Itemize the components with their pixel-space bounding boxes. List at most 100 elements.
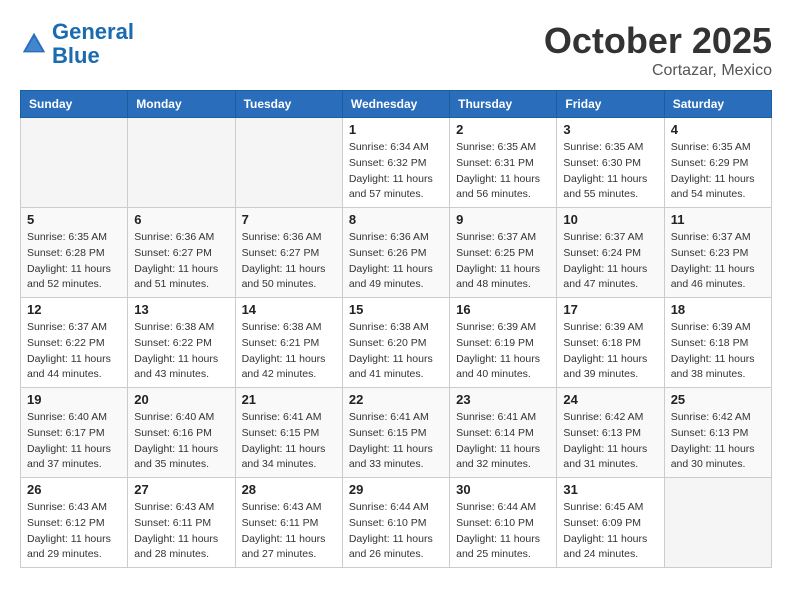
day-number: 13 bbox=[134, 302, 228, 317]
calendar-cell: 15 Sunrise: 6:38 AM Sunset: 6:20 PM Dayli… bbox=[342, 298, 449, 388]
day-info: Sunrise: 6:38 AM Sunset: 6:20 PM Dayligh… bbox=[349, 320, 443, 383]
day-number: 18 bbox=[671, 302, 765, 317]
day-info: Sunrise: 6:35 AM Sunset: 6:30 PM Dayligh… bbox=[563, 140, 657, 203]
calendar-cell: 27 Sunrise: 6:43 AM Sunset: 6:11 PM Dayli… bbox=[128, 478, 235, 568]
day-info: Sunrise: 6:35 AM Sunset: 6:29 PM Dayligh… bbox=[671, 140, 765, 203]
calendar-cell: 24 Sunrise: 6:42 AM Sunset: 6:13 PM Dayli… bbox=[557, 388, 664, 478]
day-info: Sunrise: 6:42 AM Sunset: 6:13 PM Dayligh… bbox=[671, 410, 765, 473]
day-number: 29 bbox=[349, 482, 443, 497]
calendar-cell: 1 Sunrise: 6:34 AM Sunset: 6:32 PM Daylig… bbox=[342, 118, 449, 208]
location: Cortazar, Mexico bbox=[544, 62, 772, 80]
day-info: Sunrise: 6:45 AM Sunset: 6:09 PM Dayligh… bbox=[563, 500, 657, 563]
calendar-cell: 25 Sunrise: 6:42 AM Sunset: 6:13 PM Dayli… bbox=[664, 388, 771, 478]
day-number: 11 bbox=[671, 212, 765, 227]
calendar-cell: 26 Sunrise: 6:43 AM Sunset: 6:12 PM Dayli… bbox=[21, 478, 128, 568]
calendar-cell: 20Sunrise: 6:40 AM Sunset: 6:16 PM Dayli… bbox=[128, 388, 235, 478]
day-info: Sunrise: 6:41 AM Sunset: 6:15 PM Dayligh… bbox=[349, 410, 443, 473]
day-info: Sunrise: 6:42 AM Sunset: 6:13 PM Dayligh… bbox=[563, 410, 657, 473]
calendar-cell bbox=[128, 118, 235, 208]
weekday-header: Wednesday bbox=[342, 91, 449, 118]
day-number: 30 bbox=[456, 482, 550, 497]
day-number: 14 bbox=[242, 302, 336, 317]
day-number: 1 bbox=[349, 122, 443, 137]
day-info: Sunrise: 6:39 AM Sunset: 6:18 PM Dayligh… bbox=[671, 320, 765, 383]
day-number: 26 bbox=[27, 482, 121, 497]
calendar-cell: 29 Sunrise: 6:44 AM Sunset: 6:10 PM Dayli… bbox=[342, 478, 449, 568]
day-info: Sunrise: 6:37 AM Sunset: 6:25 PM Dayligh… bbox=[456, 230, 550, 293]
day-info: Sunrise: 6:37 AM Sunset: 6:23 PM Dayligh… bbox=[671, 230, 765, 293]
day-number: 9 bbox=[456, 212, 550, 227]
calendar-cell: 11 Sunrise: 6:37 AM Sunset: 6:23 PM Dayli… bbox=[664, 208, 771, 298]
day-number: 19 bbox=[27, 392, 121, 407]
day-number: 12 bbox=[27, 302, 121, 317]
day-number: 22 bbox=[349, 392, 443, 407]
day-number: 31 bbox=[563, 482, 657, 497]
day-info: Sunrise: 6:43 AM Sunset: 6:11 PM Dayligh… bbox=[134, 500, 228, 563]
calendar-cell: 18 Sunrise: 6:39 AM Sunset: 6:18 PM Dayli… bbox=[664, 298, 771, 388]
day-info: Sunrise: 6:40 AM Sunset: 6:17 PM Dayligh… bbox=[27, 410, 121, 473]
day-info: Sunrise: 6:43 AM Sunset: 6:12 PM Dayligh… bbox=[27, 500, 121, 563]
day-number: 7 bbox=[242, 212, 336, 227]
weekday-header: Saturday bbox=[664, 91, 771, 118]
calendar-cell: 23Sunrise: 6:41 AM Sunset: 6:14 PM Dayli… bbox=[450, 388, 557, 478]
calendar-cell: 14Sunrise: 6:38 AM Sunset: 6:21 PM Dayli… bbox=[235, 298, 342, 388]
calendar-cell: 8Sunrise: 6:36 AM Sunset: 6:26 PM Daylig… bbox=[342, 208, 449, 298]
day-info: Sunrise: 6:44 AM Sunset: 6:10 PM Dayligh… bbox=[456, 500, 550, 563]
day-number: 25 bbox=[671, 392, 765, 407]
day-number: 24 bbox=[563, 392, 657, 407]
logo-line2: Blue bbox=[52, 43, 100, 68]
day-info: Sunrise: 6:39 AM Sunset: 6:19 PM Dayligh… bbox=[456, 320, 550, 383]
day-number: 4 bbox=[671, 122, 765, 137]
weekday-header: Monday bbox=[128, 91, 235, 118]
calendar-cell: 22 Sunrise: 6:41 AM Sunset: 6:15 PM Dayli… bbox=[342, 388, 449, 478]
calendar-cell bbox=[21, 118, 128, 208]
day-info: Sunrise: 6:41 AM Sunset: 6:15 PM Dayligh… bbox=[242, 410, 336, 473]
logo-line1: General bbox=[52, 19, 134, 44]
weekday-header: Tuesday bbox=[235, 91, 342, 118]
calendar-cell: 31 Sunrise: 6:45 AM Sunset: 6:09 PM Dayli… bbox=[557, 478, 664, 568]
calendar-cell: 30 Sunrise: 6:44 AM Sunset: 6:10 PM Dayli… bbox=[450, 478, 557, 568]
day-number: 5 bbox=[27, 212, 121, 227]
calendar-cell bbox=[235, 118, 342, 208]
calendar-cell bbox=[664, 478, 771, 568]
calendar-cell: 17Sunrise: 6:39 AM Sunset: 6:18 PM Dayli… bbox=[557, 298, 664, 388]
day-info: Sunrise: 6:36 AM Sunset: 6:27 PM Dayligh… bbox=[134, 230, 228, 293]
day-info: Sunrise: 6:44 AM Sunset: 6:10 PM Dayligh… bbox=[349, 500, 443, 563]
calendar-cell: 19 Sunrise: 6:40 AM Sunset: 6:17 PM Dayli… bbox=[21, 388, 128, 478]
calendar-cell: 5 Sunrise: 6:35 AM Sunset: 6:28 PM Daylig… bbox=[21, 208, 128, 298]
calendar-cell: 4 Sunrise: 6:35 AM Sunset: 6:29 PM Daylig… bbox=[664, 118, 771, 208]
calendar-cell: 13 Sunrise: 6:38 AM Sunset: 6:22 PM Dayli… bbox=[128, 298, 235, 388]
calendar-cell: 12 Sunrise: 6:37 AM Sunset: 6:22 PM Dayli… bbox=[21, 298, 128, 388]
day-info: Sunrise: 6:37 AM Sunset: 6:24 PM Dayligh… bbox=[563, 230, 657, 293]
calendar-week-row: 19 Sunrise: 6:40 AM Sunset: 6:17 PM Dayli… bbox=[21, 388, 772, 478]
day-number: 21 bbox=[242, 392, 336, 407]
month-title: October 2025 bbox=[544, 20, 772, 62]
calendar-week-row: 12 Sunrise: 6:37 AM Sunset: 6:22 PM Dayli… bbox=[21, 298, 772, 388]
day-info: Sunrise: 6:35 AM Sunset: 6:31 PM Dayligh… bbox=[456, 140, 550, 203]
day-info: Sunrise: 6:36 AM Sunset: 6:26 PM Dayligh… bbox=[349, 230, 443, 293]
calendar-cell: 2 Sunrise: 6:35 AM Sunset: 6:31 PM Daylig… bbox=[450, 118, 557, 208]
calendar-cell: 7Sunrise: 6:36 AM Sunset: 6:27 PM Daylig… bbox=[235, 208, 342, 298]
day-number: 6 bbox=[134, 212, 228, 227]
day-number: 2 bbox=[456, 122, 550, 137]
day-info: Sunrise: 6:38 AM Sunset: 6:22 PM Dayligh… bbox=[134, 320, 228, 383]
calendar-cell: 10 Sunrise: 6:37 AM Sunset: 6:24 PM Dayli… bbox=[557, 208, 664, 298]
day-info: Sunrise: 6:37 AM Sunset: 6:22 PM Dayligh… bbox=[27, 320, 121, 383]
day-info: Sunrise: 6:34 AM Sunset: 6:32 PM Dayligh… bbox=[349, 140, 443, 203]
calendar-cell: 21 Sunrise: 6:41 AM Sunset: 6:15 PM Dayli… bbox=[235, 388, 342, 478]
weekday-header-row: SundayMondayTuesdayWednesdayThursdayFrid… bbox=[21, 91, 772, 118]
calendar-table: SundayMondayTuesdayWednesdayThursdayFrid… bbox=[20, 90, 772, 568]
day-number: 27 bbox=[134, 482, 228, 497]
day-info: Sunrise: 6:35 AM Sunset: 6:28 PM Dayligh… bbox=[27, 230, 121, 293]
calendar-cell: 9 Sunrise: 6:37 AM Sunset: 6:25 PM Daylig… bbox=[450, 208, 557, 298]
calendar-cell: 3Sunrise: 6:35 AM Sunset: 6:30 PM Daylig… bbox=[557, 118, 664, 208]
day-number: 23 bbox=[456, 392, 550, 407]
weekday-header: Thursday bbox=[450, 91, 557, 118]
day-number: 15 bbox=[349, 302, 443, 317]
calendar-week-row: 26 Sunrise: 6:43 AM Sunset: 6:12 PM Dayli… bbox=[21, 478, 772, 568]
calendar-cell: 6 Sunrise: 6:36 AM Sunset: 6:27 PM Daylig… bbox=[128, 208, 235, 298]
calendar-week-row: 1 Sunrise: 6:34 AM Sunset: 6:32 PM Daylig… bbox=[21, 118, 772, 208]
weekday-header: Sunday bbox=[21, 91, 128, 118]
day-number: 20 bbox=[134, 392, 228, 407]
day-number: 10 bbox=[563, 212, 657, 227]
